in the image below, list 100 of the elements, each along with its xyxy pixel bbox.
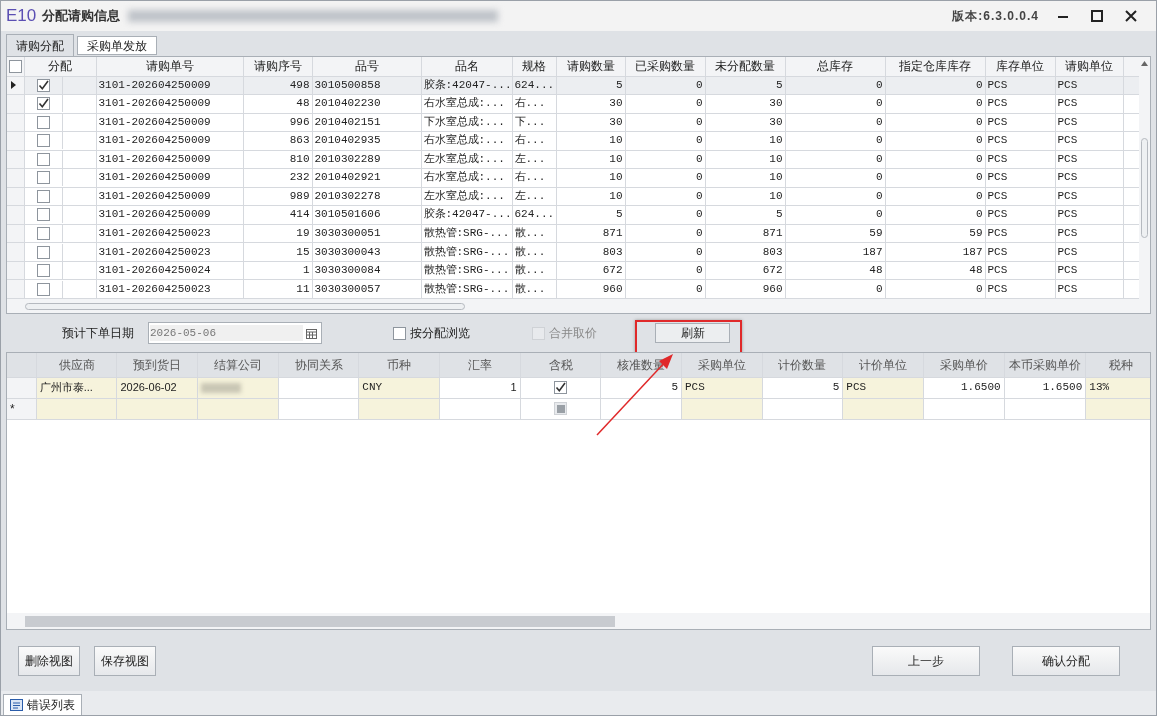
action-button[interactable]: 删除视图	[18, 645, 80, 676]
checkbox[interactable]	[36, 282, 50, 296]
table-cell: 2010302278	[312, 187, 421, 206]
calendar-icon[interactable]	[306, 327, 317, 339]
table-cell: 10	[705, 168, 785, 188]
column-header[interactable]: 请购序号	[243, 57, 312, 76]
date-field[interactable]: 2026-05-06	[148, 322, 322, 344]
table-cell: 232	[243, 168, 312, 188]
column-header[interactable]: 请购单号	[96, 57, 243, 76]
checkbox[interactable]	[36, 189, 50, 203]
checkbox[interactable]	[36, 115, 50, 129]
action-button[interactable]: 上一步	[872, 645, 980, 676]
column-header[interactable]: 品号	[312, 57, 421, 76]
table-cell: 散...	[512, 224, 556, 243]
table-cell: 48	[243, 94, 312, 114]
column-header[interactable]: 采购单价	[923, 353, 1005, 377]
table-cell: PCS	[1055, 261, 1123, 280]
column-header[interactable]: 协同关系	[278, 353, 359, 377]
column-header[interactable]: 结算公司	[197, 353, 279, 377]
table-cell: 863	[243, 131, 312, 151]
action-button[interactable]: 保存视图	[94, 645, 156, 676]
tab[interactable]: 请购分配	[6, 34, 74, 56]
table-cell: 0	[625, 261, 705, 280]
table-cell: 3030300084	[312, 261, 421, 280]
table-cell: 散...	[512, 242, 556, 262]
checkbox[interactable]	[36, 97, 50, 111]
checkbox[interactable]	[554, 381, 567, 394]
table-cell: 989	[243, 187, 312, 206]
column-header[interactable]: 本币采购单价	[1004, 353, 1086, 377]
table-cell: PCS	[985, 261, 1055, 280]
column-header[interactable]: 计价数量	[762, 353, 843, 377]
refresh-button[interactable]: 刷新	[655, 323, 730, 343]
vertical-scrollbar[interactable]	[1139, 57, 1150, 299]
table-cell: 0	[785, 187, 885, 206]
checkmark-icon	[37, 79, 49, 91]
table-cell: 0	[625, 113, 705, 132]
checkbox-label: 合并取价	[549, 325, 597, 342]
column-header[interactable]: 含税	[520, 353, 601, 377]
column-header[interactable]: 总库存	[785, 57, 885, 76]
scroll-up-icon[interactable]	[1141, 61, 1148, 66]
table-cell: 3101-202604250024	[96, 261, 243, 280]
maximize-icon[interactable]	[1091, 10, 1103, 22]
table-cell: PCS	[985, 131, 1055, 151]
action-button[interactable]: 确认分配	[1012, 645, 1120, 676]
table-cell: PCS	[1055, 205, 1123, 225]
column-header[interactable]: 汇率	[439, 353, 521, 377]
column-header[interactable]: 库存单位	[985, 57, 1055, 76]
column-header[interactable]: 税种	[1085, 353, 1150, 377]
table-cell: 0	[885, 279, 985, 299]
column-header[interactable]: 规格	[512, 57, 556, 76]
checkbox[interactable]	[36, 264, 50, 278]
table-cell: 3101-202604250023	[96, 279, 243, 299]
column-header[interactable]: 请购数量	[556, 57, 625, 76]
column-header[interactable]: 品名	[421, 57, 512, 76]
horizontal-scrollbar[interactable]	[7, 299, 1150, 313]
table-cell: PCS	[985, 150, 1055, 169]
checkbox[interactable]	[393, 326, 406, 340]
table-cell: 10	[556, 131, 625, 151]
column-header[interactable]: 分配	[24, 57, 96, 76]
checkbox[interactable]	[36, 245, 50, 259]
column-header[interactable]: 预到货日	[116, 353, 198, 377]
table-cell: PCS	[1055, 94, 1123, 114]
horizontal-scrollbar[interactable]	[7, 613, 1150, 629]
column-header[interactable]: 指定仓库库存	[885, 57, 985, 76]
table-cell: 左水室总成:...	[421, 150, 512, 169]
table-cell: 0	[885, 168, 985, 188]
column-header[interactable]: 请购单位	[1055, 57, 1123, 76]
table-cell: 3030300051	[312, 224, 421, 243]
column-header[interactable]: 采购单位	[681, 353, 763, 377]
column-header[interactable]: 供应商	[36, 353, 117, 377]
checkbox[interactable]	[36, 208, 50, 222]
table-cell: 30	[556, 94, 625, 114]
column-header[interactable]: 未分配数量	[705, 57, 785, 76]
checkbox[interactable]	[8, 59, 22, 73]
table-cell: 803	[556, 242, 625, 262]
table-cell: 右水室总成:...	[421, 94, 512, 114]
table-cell: 0	[625, 150, 705, 169]
close-icon[interactable]	[1125, 10, 1137, 22]
status-tab[interactable]: 错误列表	[3, 694, 82, 715]
column-header[interactable]: 已采购数量	[625, 57, 705, 76]
checkbox[interactable]	[36, 227, 50, 240]
table-cell: 810	[243, 150, 312, 169]
table-cell: 散热管:SRG-...	[421, 279, 512, 299]
table-cell: 3030300043	[312, 242, 421, 262]
checkbox[interactable]	[36, 152, 50, 166]
table-cell: 散热管:SRG-...	[421, 224, 512, 243]
table-cell: 3101-202604250009	[96, 94, 243, 114]
table-cell: PCS	[985, 224, 1055, 243]
table-cell: 2010302289	[312, 150, 421, 169]
checkbox[interactable]	[36, 171, 50, 185]
checkbox[interactable]	[36, 134, 50, 148]
table-cell: 3101-202604250009	[96, 168, 243, 188]
column-header[interactable]: 币种	[358, 353, 440, 377]
table-cell: 2010402921	[312, 168, 421, 188]
checkbox[interactable]	[36, 78, 50, 92]
table-cell: PCS	[985, 113, 1055, 132]
tab[interactable]: 采购单发放	[77, 36, 157, 55]
table-cell: 下...	[512, 113, 556, 132]
column-header[interactable]: 计价单位	[842, 353, 924, 377]
new-row-marker: *	[10, 401, 15, 416]
